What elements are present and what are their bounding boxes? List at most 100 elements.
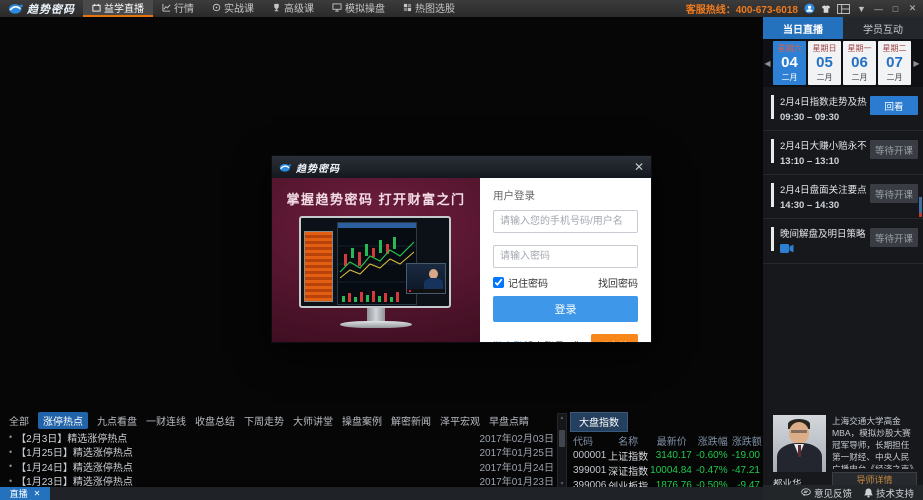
- no-account-text: 没有账号? 您可以: [524, 338, 585, 342]
- news-row[interactable]: • 【1月25日】精选涨停热点 2017年01月25日: [0, 445, 556, 460]
- col-price: 最新价: [649, 433, 695, 448]
- sidebar-tabs: 当日直播 学员互动: [763, 17, 923, 39]
- login-button[interactable]: 登录: [493, 296, 638, 322]
- tab-morning-highlights[interactable]: 早盘点睛: [489, 413, 529, 428]
- replay-button[interactable]: 回看: [870, 96, 918, 115]
- tab-student-interaction[interactable]: 学员互动: [843, 17, 923, 39]
- table-row[interactable]: 000001 上证指数 3140.17 -0.60% -19.00: [570, 448, 763, 463]
- tab-decrypt-news[interactable]: 解密新闻: [391, 413, 431, 428]
- news-date: 2017年01月25日: [480, 444, 557, 459]
- prev-date-arrow[interactable]: ◀: [764, 59, 771, 68]
- sidebar-scrollbar-thumb[interactable]: [919, 197, 922, 213]
- bullet-icon: •: [9, 461, 12, 471]
- schedule-item[interactable]: 2月4日盘面关注要点及读书分享 14:30 – 14:30 等待开课: [763, 175, 923, 219]
- news-row[interactable]: • 【2月3日】精选涨停热点 2017年02月03日: [0, 430, 556, 445]
- tab-zeping-macro[interactable]: 泽平宏观: [440, 413, 480, 428]
- news-scrollbar[interactable]: ▲ ▼: [557, 413, 567, 489]
- tab-yicai-link[interactable]: 一财连线: [146, 413, 186, 428]
- dialog-titlebar: 趋势密码 ✕: [272, 156, 651, 178]
- main-menu: 益学直播 行情 实战课 高级课 模拟操盘 热图选股: [83, 0, 464, 17]
- remember-password-label: 记住密码: [508, 275, 548, 290]
- close-icon[interactable]: ✕: [34, 489, 41, 498]
- news-title: 【1月23日】精选涨停热点: [16, 473, 133, 488]
- bell-icon: [864, 488, 873, 498]
- tab-live-stream[interactable]: 直播 ✕: [0, 487, 50, 500]
- topbar: 趋势密码 益学直播 行情 实战课 高级课 模拟操盘: [0, 0, 923, 17]
- waiting-button[interactable]: 等待开课: [870, 140, 918, 159]
- schedule-item[interactable]: 2月4日大赚小赔永不套牢战法 13:10 – 13:10 等待开课: [763, 131, 923, 175]
- schedule-item[interactable]: 2月4日指数走势及热点新闻分析 09:30 – 09:30 回看: [763, 87, 923, 131]
- close-button[interactable]: ✕: [907, 3, 918, 14]
- menu-item-practical-course[interactable]: 实战课: [203, 0, 263, 17]
- username-input[interactable]: [493, 210, 638, 233]
- forgot-password-link[interactable]: 找回密码: [598, 275, 638, 290]
- candlestick-chart: [338, 228, 416, 304]
- app-window: 趋势密码 益学直播 行情 实战课 高级课 模拟操盘: [0, 0, 923, 500]
- news-row[interactable]: • 【1月23日】精选涨停热点 2017年01月23日: [0, 474, 556, 489]
- menu-item-simulated-trading[interactable]: 模拟操盘: [323, 0, 394, 17]
- minimize-button[interactable]: —: [873, 4, 884, 14]
- schedule-title: 晚间解盘及明日策略: [780, 226, 867, 240]
- user-avatar-icon[interactable]: [804, 3, 815, 14]
- item-accent-bar: [771, 95, 774, 119]
- maximize-button[interactable]: □: [890, 4, 901, 14]
- weekday-label: 星期二: [883, 43, 907, 54]
- target-icon: [212, 3, 221, 12]
- tab-market-index[interactable]: 大盘指数: [570, 412, 628, 432]
- menu-item-heatmap-stockpick[interactable]: 热图选股: [394, 0, 464, 17]
- remember-password-checkbox[interactable]: [493, 277, 504, 288]
- news-row[interactable]: • 【1月24日】精选涨停热点 2017年01月24日: [0, 459, 556, 474]
- app-logo-icon: [279, 163, 292, 172]
- news-title: 【1月25日】精选涨停热点: [16, 444, 133, 459]
- bullet-icon: •: [9, 447, 12, 457]
- chevron-down-icon[interactable]: ▼: [856, 4, 867, 14]
- panel-layout-icon[interactable]: [837, 4, 850, 14]
- scroll-up-icon[interactable]: ▲: [558, 415, 566, 421]
- app-title: 趋势密码: [27, 1, 75, 17]
- menu-label: 模拟操盘: [345, 0, 385, 15]
- weekday-label: 星期六: [778, 43, 802, 54]
- tab-all[interactable]: 全部: [9, 413, 29, 428]
- day-number: 06: [851, 54, 868, 71]
- tab-close-summary[interactable]: 收盘总结: [195, 413, 235, 428]
- tech-support-link[interactable]: 技术支持: [864, 486, 914, 500]
- tab-next-week-trend[interactable]: 下周走势: [244, 413, 284, 428]
- next-date-arrow[interactable]: ▶: [913, 59, 920, 68]
- tab-trading-cases[interactable]: 操盘案例: [342, 413, 382, 428]
- cell-price: 10004.84: [649, 463, 695, 478]
- monitor-stand: [367, 308, 385, 321]
- password-input[interactable]: [493, 245, 638, 268]
- teacher-bio: 上海交通大学高金MBA，模拟炒股大赛冠军导师，长期担任第一财经、中央人民广播电台…: [832, 415, 917, 469]
- waiting-button[interactable]: 等待开课: [870, 184, 918, 203]
- col-code: 代码: [570, 433, 608, 448]
- tab-9am-market[interactable]: 九点看盘: [97, 413, 137, 428]
- quote-table-window: [304, 231, 333, 302]
- menu-item-live[interactable]: 益学直播: [83, 0, 153, 17]
- schedule-time: 14:30 – 14:30: [780, 200, 867, 211]
- date-card-tuesday[interactable]: 星期二 07 二月: [878, 41, 911, 85]
- news-date: 2017年01月24日: [480, 459, 557, 474]
- tab-master-lecture[interactable]: 大师讲堂: [293, 413, 333, 428]
- date-card-sunday[interactable]: 星期日 05 二月: [808, 41, 841, 85]
- register-button[interactable]: 现在注册: [591, 334, 638, 342]
- table-row[interactable]: 399001 深证指数 10004.84 -0.47% -47.21: [570, 463, 763, 478]
- menu-item-quotes[interactable]: 行情: [153, 0, 203, 17]
- date-card-monday[interactable]: 星期一 06 二月: [843, 41, 876, 85]
- guest-login-link[interactable]: 游客登录: [493, 338, 524, 342]
- cell-chg: -19.00: [731, 448, 763, 463]
- feedback-link[interactable]: 意见反馈: [801, 486, 852, 500]
- tab-limit-up-hotspots[interactable]: 涨停热点: [38, 412, 88, 429]
- teacher-panel: 都业华 上海交通大学高金MBA，模拟炒股大赛冠军导师，长期担任第一财经、中央人民…: [773, 415, 917, 489]
- schedule-item[interactable]: 晚间解盘及明日策略 等待开课: [763, 219, 923, 264]
- market-index-panel: 大盘指数 代码 名称 最新价 涨跌幅 涨跌额 000001 上证指数 3140.…: [570, 412, 763, 489]
- dialog-close-icon[interactable]: ✕: [634, 161, 644, 173]
- scrollbar-thumb[interactable]: [559, 430, 565, 447]
- tab-today-live[interactable]: 当日直播: [763, 17, 843, 39]
- date-card-saturday[interactable]: 星期六 04 二月: [773, 41, 806, 85]
- news-title: 【2月3日】精选涨停热点: [16, 430, 127, 445]
- waiting-button[interactable]: 等待开课: [870, 228, 918, 247]
- skin-theme-icon[interactable]: [821, 4, 831, 14]
- menu-item-advanced-course[interactable]: 高级课: [263, 0, 323, 17]
- monitor-graphic: [299, 216, 453, 328]
- cell-chg: -47.21: [731, 463, 763, 478]
